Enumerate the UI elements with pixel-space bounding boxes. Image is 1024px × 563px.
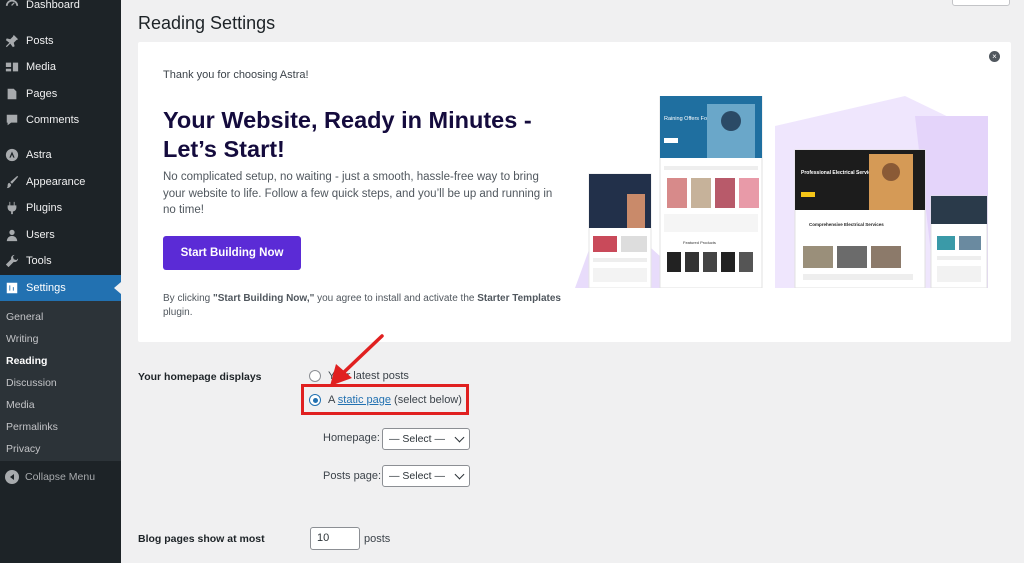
current-menu-indicator — [114, 282, 121, 294]
disclaimer-text: you agree to install and activate the — [314, 293, 478, 304]
menu-item-pages[interactable]: Pages — [0, 81, 121, 107]
disclaimer-text: By clicking — [163, 293, 214, 304]
page-title: Reading Settings — [138, 13, 276, 33]
banner-headline: Your Website, Ready in Minutes - Let’s S… — [163, 107, 532, 162]
menu-label: Tools — [26, 255, 52, 267]
homepage-displays-label: Your homepage displays — [138, 371, 262, 383]
blog-pages-label: Blog pages show at most — [138, 533, 265, 545]
template-preview-illustration: Raining Offers For Hot Summer! Featured … — [575, 96, 988, 288]
disclaimer-bold: "Start Building Now," — [213, 293, 315, 304]
posts-per-page-input[interactable]: 10 — [310, 527, 360, 550]
screen-options-button[interactable] — [952, 0, 1010, 6]
preview-featured-text: Featured Products — [683, 240, 716, 245]
submenu-item-writing[interactable]: Writing — [6, 331, 38, 347]
menu-item-dashboard[interactable]: Dashboard — [0, 0, 121, 18]
astra-welcome-banner: × Thank you for choosing Astra! Your Web… — [138, 42, 1011, 342]
menu-label: Settings — [26, 282, 66, 294]
plug-icon — [4, 200, 20, 216]
posts-page-select[interactable]: — Select — — [382, 465, 470, 487]
chevron-down-icon — [454, 432, 465, 443]
homepage-select[interactable]: — Select — — [382, 428, 470, 450]
submenu-item-permalinks[interactable]: Permalinks — [6, 419, 58, 435]
posts-unit-label: posts — [364, 533, 391, 545]
disclaimer-text: plugin. — [163, 307, 193, 318]
annotation-arrow — [330, 334, 384, 386]
collapse-label: Collapse Menu — [25, 471, 96, 483]
astra-icon — [4, 147, 20, 163]
banner-disclaimer: By clicking "Start Building Now," you ag… — [163, 292, 563, 320]
preview-hero2-text: Professional Electrical Services — [801, 170, 877, 176]
settings-submenu: General Writing Reading Discussion Media… — [0, 301, 121, 461]
banner-thanks: Thank you for choosing Astra! — [163, 69, 309, 81]
collapse-menu-button[interactable]: Collapse Menu — [0, 466, 121, 488]
close-icon[interactable]: × — [989, 51, 1000, 62]
menu-label: Comments — [26, 114, 80, 126]
banner-description: No complicated setup, no waiting - just … — [163, 171, 553, 216]
submenu-item-general[interactable]: General — [6, 309, 43, 325]
admin-sidebar: Dashboard Posts Media Pages Comments Ast… — [0, 0, 121, 563]
menu-label: Dashboard — [26, 0, 80, 11]
homepage-select-value: — Select — — [389, 433, 446, 445]
menu-item-comments[interactable]: Comments — [0, 107, 121, 133]
menu-label: Users — [26, 229, 55, 241]
media-icon — [4, 59, 20, 75]
menu-label: Pages — [26, 88, 58, 100]
pages-icon — [4, 86, 20, 102]
posts-page-select-label: Posts page: — [323, 470, 382, 482]
menu-item-plugins[interactable]: Plugins — [0, 195, 121, 221]
wrench-icon — [4, 253, 20, 269]
menu-label: Astra — [26, 149, 52, 161]
menu-label: Plugins — [26, 202, 63, 214]
pin-icon — [4, 33, 20, 49]
submenu-item-reading[interactable]: Reading — [6, 353, 47, 369]
start-building-button[interactable]: Start Building Now — [163, 236, 301, 270]
menu-label: Appearance — [26, 176, 86, 188]
menu-item-users[interactable]: Users — [0, 222, 121, 248]
brush-icon — [4, 174, 20, 190]
chevron-down-icon — [454, 469, 465, 480]
dashboard-icon — [4, 0, 20, 13]
menu-label: Media — [26, 61, 56, 73]
collapse-arrow-icon — [5, 470, 19, 484]
submenu-item-media[interactable]: Media — [6, 397, 35, 413]
user-icon — [4, 227, 20, 243]
menu-item-astra[interactable]: Astra — [0, 142, 121, 168]
settings-icon — [4, 280, 20, 296]
homepage-select-label: Homepage: — [323, 432, 380, 444]
menu-item-appearance[interactable]: Appearance — [0, 169, 121, 195]
submenu-item-discussion[interactable]: Discussion — [6, 375, 57, 391]
starter-templates-text: Starter Templates — [477, 293, 561, 304]
posts-page-select-value: — Select — — [389, 470, 446, 482]
comment-icon — [4, 112, 20, 128]
preview-section-text: Comprehensive Electrical Services — [809, 222, 884, 227]
menu-label: Posts — [26, 35, 54, 47]
menu-item-tools[interactable]: Tools — [0, 248, 121, 274]
menu-item-settings[interactable]: Settings — [0, 275, 121, 301]
submenu-item-privacy[interactable]: Privacy — [6, 441, 40, 457]
menu-item-media[interactable]: Media — [0, 54, 121, 80]
menu-item-posts[interactable]: Posts — [0, 28, 121, 54]
